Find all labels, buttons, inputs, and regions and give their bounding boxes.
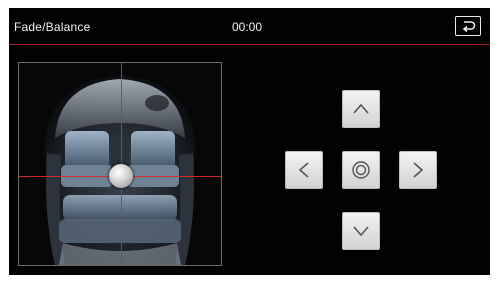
chevron-left-icon [298,162,309,178]
header-divider [9,44,490,45]
chevron-down-icon [353,226,369,237]
balance-position-knob[interactable] [109,164,133,188]
back-button[interactable] [455,16,481,36]
balance-left-button[interactable] [285,151,323,189]
time-display: 00:00 [232,20,263,34]
chevron-right-icon [413,162,424,178]
chevron-up-icon [353,103,369,114]
fade-balance-screen: Fade/Balance 00:00 [9,8,490,275]
center-reset-button[interactable] [342,151,380,189]
concentric-circle-icon [352,161,370,179]
balance-right-button[interactable] [399,151,437,189]
header-bar: Fade/Balance 00:00 [9,8,490,44]
return-arrow-icon [462,21,476,33]
fade-balance-pad[interactable] [18,62,222,266]
fade-front-button[interactable] [342,90,380,128]
fade-rear-button[interactable] [342,212,380,250]
page-title: Fade/Balance [14,20,91,34]
